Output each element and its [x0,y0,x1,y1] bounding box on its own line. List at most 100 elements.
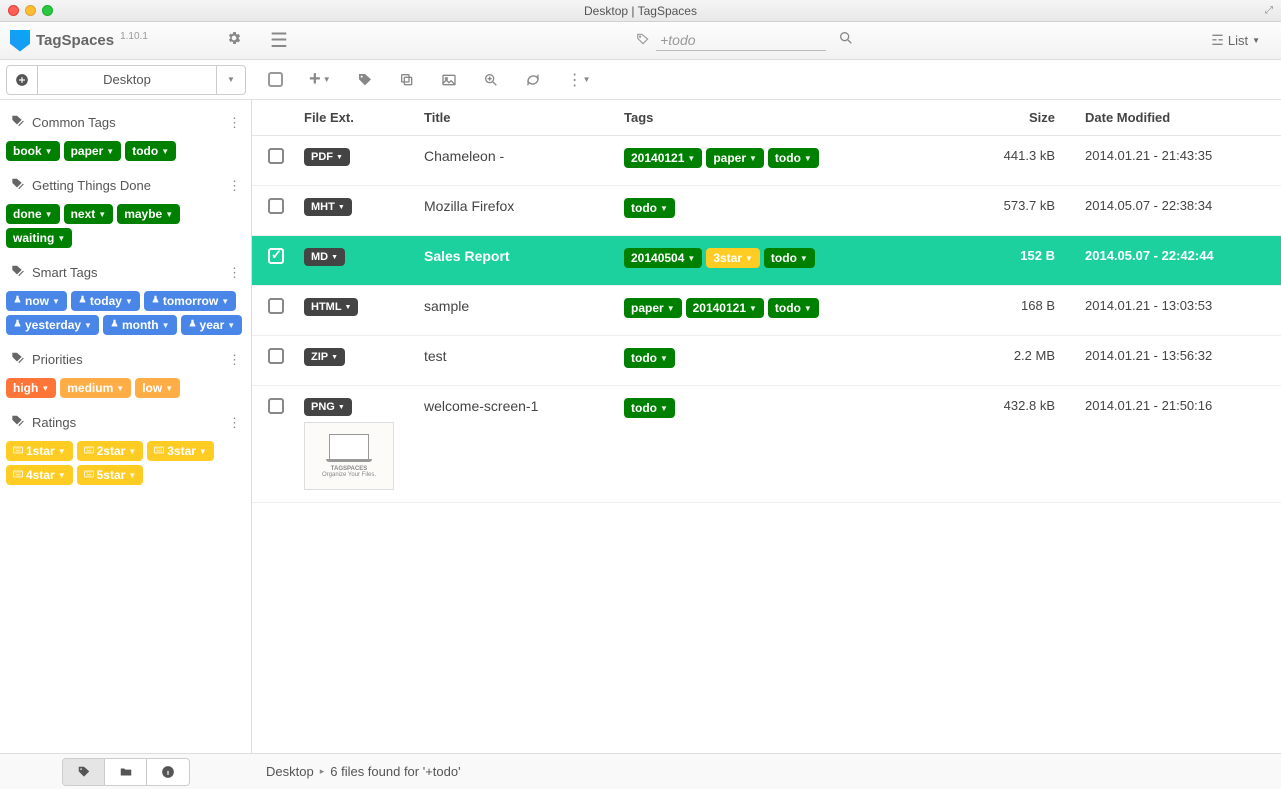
footer-tags-tab[interactable] [63,759,105,785]
file-tag[interactable]: 20140504▼ [624,248,702,268]
sidebar-tag[interactable]: medium▼ [60,378,131,398]
footer-info-tab[interactable] [147,759,189,785]
caret-down-icon: ▼ [165,210,173,219]
row-checkbox[interactable] [268,298,284,314]
table-row[interactable]: MD▼Sales Report20140504▼3star▼todo▼152 B… [252,236,1281,286]
file-size: 152 B [945,248,1055,263]
refresh-button[interactable] [525,72,541,88]
search-input[interactable] [656,30,826,51]
location-name-button[interactable]: Desktop [38,65,216,95]
file-tag[interactable]: todo▼ [768,148,819,168]
sidebar-tag[interactable]: done▼ [6,204,60,224]
row-checkbox[interactable] [268,348,284,364]
breadcrumb-sep-icon: ▸ [320,766,325,777]
header-ext[interactable]: File Ext. [304,110,424,125]
file-tag[interactable]: todo▼ [624,348,675,368]
file-ext-badge[interactable]: HTML▼ [304,298,358,316]
sidebar-tag[interactable]: waiting▼ [6,228,72,248]
sidebar-tag[interactable]: now▼ [6,291,67,311]
select-all-checkbox[interactable] [268,72,283,87]
zoom-button[interactable] [483,72,499,88]
add-button[interactable]: +▼ [309,68,331,91]
header-tags[interactable]: Tags [624,110,945,125]
file-tag[interactable]: 20140121▼ [686,298,764,318]
sidebar-tag[interactable]: 1star▼ [6,441,73,461]
sidebar-tag[interactable]: low▼ [135,378,180,398]
file-ext-badge[interactable]: MD▼ [304,248,345,266]
row-checkbox[interactable] [268,248,284,264]
sidebar-tag[interactable]: 3star▼ [147,441,214,461]
sidebar-tag[interactable]: next▼ [64,204,114,224]
sidebar-tag[interactable]: 5star▼ [77,465,144,485]
sidebar-tag[interactable]: month▼ [103,315,177,335]
file-tag[interactable]: 3star▼ [706,248,760,268]
sidebar-tag[interactable]: book▼ [6,141,60,161]
tag-group-header[interactable]: Common Tags⋮ [6,104,245,139]
sidebar-tag[interactable]: yesterday▼ [6,315,99,335]
sidebar-tag[interactable]: 4star▼ [6,465,73,485]
footer-folder-tab[interactable] [105,759,147,785]
more-icon[interactable]: ⋮ [228,415,241,431]
tag-group-header[interactable]: Priorities⋮ [6,341,245,376]
sidebar-tag[interactable]: high▼ [6,378,56,398]
view-mode-selector[interactable]: ☲ List ▼ [1202,27,1269,54]
sidebar-tag[interactable]: paper▼ [64,141,122,161]
add-location-button[interactable] [6,65,38,95]
tag-label: high [13,381,38,395]
file-tag[interactable]: 20140121▼ [624,148,702,168]
sidebar-tag[interactable]: tomorrow▼ [144,291,236,311]
table-row[interactable]: HTML▼samplepaper▼20140121▼todo▼168 B2014… [252,286,1281,336]
more-icon[interactable]: ⋮ [228,352,241,368]
file-tag[interactable]: todo▼ [624,398,675,418]
row-checkbox[interactable] [268,198,284,214]
tag-button[interactable] [357,72,373,88]
file-tag[interactable]: todo▼ [624,198,675,218]
location-dropdown-button[interactable]: ▼ [216,65,246,95]
sidebar-tag[interactable]: maybe▼ [117,204,180,224]
row-checkbox[interactable] [268,148,284,164]
file-tag[interactable]: todo▼ [764,248,815,268]
file-ext-badge[interactable]: PNG▼ [304,398,352,416]
search-icon[interactable] [832,30,860,51]
header-size[interactable]: Size [945,110,1055,125]
tag-group-header[interactable]: Smart Tags⋮ [6,254,245,289]
more-icon[interactable]: ⋮ [228,115,241,131]
caret-down-icon: ▼ [84,321,92,330]
sidebar-tag[interactable]: todo▼ [125,141,176,161]
tag-label: 20140121 [693,301,746,315]
copy-button[interactable] [399,72,415,88]
header-date[interactable]: Date Modified [1055,110,1265,125]
file-tag[interactable]: todo▼ [768,298,819,318]
more-button[interactable]: ⋮▼ [567,70,591,90]
sidebar-tag[interactable]: 2star▼ [77,441,144,461]
more-icon[interactable]: ⋮ [228,265,241,281]
caret-down-icon: ▼ [667,304,675,313]
sidebar-tag[interactable]: today▼ [71,291,140,311]
tag-label: 4star [26,468,55,482]
table-row[interactable]: PDF▼Chameleon -20140121▼paper▼todo▼441.3… [252,136,1281,186]
sidebar-tag[interactable]: year▼ [181,315,243,335]
image-button[interactable] [441,72,457,88]
table-row[interactable]: MHT▼Mozilla Firefoxtodo▼573.7 kB2014.05.… [252,186,1281,236]
file-tag[interactable]: paper▼ [706,148,764,168]
file-ext-badge[interactable]: ZIP▼ [304,348,345,366]
header-title[interactable]: Title [424,110,624,125]
caret-down-icon: ▼ [745,254,753,263]
footer-location[interactable]: Desktop [266,764,314,779]
tag-group-header[interactable]: Ratings⋮ [6,404,245,439]
caret-down-icon: ▼ [804,304,812,313]
tag-label: todo [631,201,657,215]
file-ext-badge[interactable]: PDF▼ [304,148,350,166]
tag-label: paper [631,301,664,315]
tag-label: paper [713,151,746,165]
more-icon[interactable]: ⋮ [228,178,241,194]
menu-toggle-icon[interactable]: ☰ [264,24,294,57]
file-tag[interactable]: paper▼ [624,298,682,318]
caret-down-icon: ▼ [338,204,345,211]
row-checkbox[interactable] [268,398,284,414]
file-ext-badge[interactable]: MHT▼ [304,198,352,216]
tag-group-header[interactable]: Getting Things Done⋮ [6,167,245,202]
table-row[interactable]: PNG▼TAGSPACESOrganize Your Files.welcome… [252,386,1281,503]
settings-gear-icon[interactable] [226,30,242,51]
table-row[interactable]: ZIP▼testtodo▼2.2 MB2014.01.21 - 13:56:32 [252,336,1281,386]
